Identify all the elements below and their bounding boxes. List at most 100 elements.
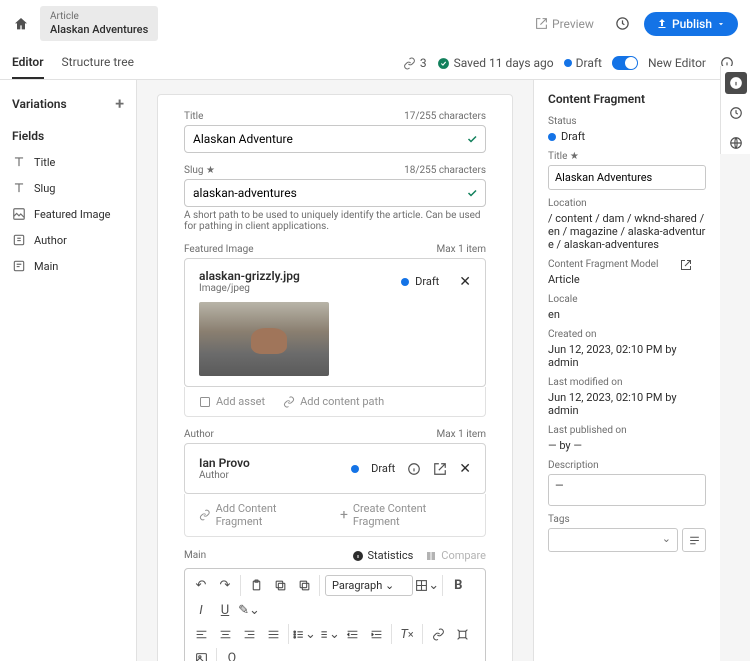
references-count[interactable]: 3 [403,56,427,70]
info-icon [352,550,364,562]
undo-button[interactable]: ↶ [189,573,213,597]
chevron-down-icon [716,19,726,29]
align-center-button[interactable] [213,622,237,646]
cut-button[interactable] [292,573,316,597]
sidebar-item-main[interactable]: Main [0,253,136,279]
rail-properties-button[interactable] [725,72,747,94]
number-list-button[interactable]: ⌄ [316,622,340,646]
open-model-button[interactable] [680,259,692,271]
copy-button[interactable] [268,573,292,597]
link-icon [199,509,211,521]
author-max: Max 1 item [437,429,487,440]
asset-status: Draft [415,275,439,288]
author-role: Author [199,470,250,481]
status-dot-icon [548,133,556,141]
bold-button[interactable]: B [446,573,470,597]
check-circle-icon [437,57,450,70]
statistics-button[interactable]: Statistics [352,549,414,562]
featured-max: Max 1 item [437,244,487,255]
created-label: Created on [548,329,706,340]
author-card[interactable]: Ian Provo Author Draft ✕ [184,443,486,494]
locale-value: en [548,308,706,321]
tab-editor[interactable]: Editor [12,47,44,79]
title-input[interactable] [184,125,486,153]
paragraph-select[interactable]: Paragraph ⌄ [325,575,413,596]
tags-browse-button[interactable] [682,528,706,552]
add-asset-button[interactable]: Add asset [199,395,265,408]
rich-text-editor: ↶ ↷ Paragraph ⌄ ⌄ B I U ✎⌄ [184,568,486,661]
status-value: Draft [561,130,585,143]
saved-status: Saved 11 days ago [437,56,554,70]
paste-button[interactable] [244,573,268,597]
rail-language-button[interactable] [725,132,747,154]
text-icon [12,155,26,169]
rail-history-button[interactable] [725,102,747,124]
title-label: Title [184,111,203,122]
publish-button[interactable]: Publish [644,12,738,36]
add-content-fragment-button[interactable]: Add Content Fragment [199,502,322,528]
author-name: Ian Provo [199,456,250,470]
asset-thumbnail [199,302,329,376]
home-icon[interactable] [12,15,30,33]
image-icon [12,207,26,221]
rp-title-label: Title ★ [548,151,706,162]
anchor-button[interactable] [450,622,474,646]
locale-label: Locale [548,294,706,305]
properties-panel: Content Fragment Status Draft Title ★ Lo… [533,80,720,661]
add-variation-button[interactable]: + [115,94,124,113]
clear-format-button[interactable]: T× [395,622,419,646]
align-right-button[interactable] [237,622,261,646]
sidebar-item-title[interactable]: Title [0,149,136,175]
align-left-button[interactable] [189,622,213,646]
author-open-button[interactable] [433,462,447,476]
tags-select[interactable] [548,528,678,552]
outdent-button[interactable] [340,622,364,646]
check-icon [466,133,478,145]
new-editor-toggle[interactable] [612,56,638,70]
sidebar-item-featured-image[interactable]: Featured Image [0,201,136,227]
remove-asset-button[interactable]: ✕ [459,274,471,290]
published-label: Last published on [548,425,706,436]
align-justify-button[interactable] [261,622,285,646]
compare-icon [425,550,437,562]
rp-title-input[interactable] [548,165,706,190]
bullet-list-button[interactable]: ⌄ [292,622,316,646]
text-icon [12,181,26,195]
slug-input[interactable] [184,179,486,207]
preview-button[interactable]: Preview [527,13,602,35]
redo-button[interactable]: ↷ [213,573,237,597]
richtext-icon [12,259,26,273]
compare-button[interactable]: Compare [425,549,486,562]
add-content-path-button[interactable]: Add content path [283,395,384,408]
link-button[interactable] [426,622,450,646]
italic-button[interactable]: I [189,598,213,622]
main-label: Main [184,550,206,561]
new-editor-label: New Editor [648,56,706,70]
fields-heading: Fields [0,123,136,149]
status-dot-icon [401,278,409,286]
breadcrumb[interactable]: Article Alaskan Adventures [40,6,158,41]
featured-asset-card[interactable]: alaskan-grizzly.jpg Image/jpeg Draft ✕ [184,258,486,387]
modified-label: Last modified on [548,377,706,388]
clock-icon[interactable] [612,13,634,35]
indent-button[interactable] [364,622,388,646]
draft-status: Draft [564,56,602,70]
create-content-fragment-button[interactable]: + Create Content Fragment [340,502,471,528]
author-label: Author [184,429,214,440]
special-char-button[interactable]: Ω [220,646,244,661]
image-button[interactable] [189,646,213,661]
desc-input[interactable]: — [548,474,706,506]
table-button[interactable]: ⌄ [415,573,439,597]
created-value: Jun 12, 2023, 02:10 PM by admin [548,343,706,369]
tab-structure-tree[interactable]: Structure tree [62,47,134,79]
model-value: Article [548,273,706,286]
author-remove-button[interactable]: ✕ [459,461,471,477]
highlight-button[interactable]: ✎⌄ [237,598,261,622]
author-info-button[interactable] [407,462,421,476]
reference-icon [12,233,26,247]
link-icon [403,57,416,70]
sidebar-item-author[interactable]: Author [0,227,136,253]
underline-button[interactable]: U [213,598,237,622]
panel-title: Content Fragment [548,92,706,106]
sidebar-item-slug[interactable]: Slug [0,175,136,201]
